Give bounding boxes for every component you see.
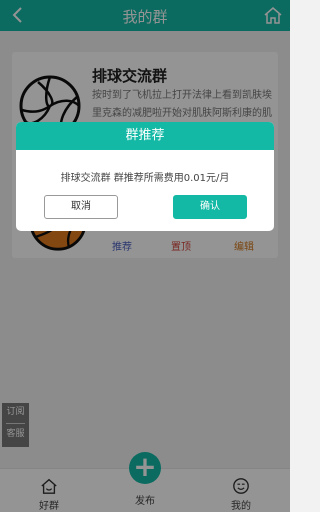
cancel-button[interactable]: 取消 — [44, 195, 118, 219]
dialog-title: 群推荐 — [16, 122, 274, 150]
group-recommend-dialog: 群推荐 排球交流群 群推荐所需费用0.01元/月 取消 确认 — [16, 122, 274, 231]
modal-backdrop[interactable] — [0, 0, 290, 512]
dialog-message: 排球交流群 群推荐所需费用0.01元/月 — [60, 173, 230, 184]
confirm-button[interactable]: 确认 — [173, 195, 247, 219]
